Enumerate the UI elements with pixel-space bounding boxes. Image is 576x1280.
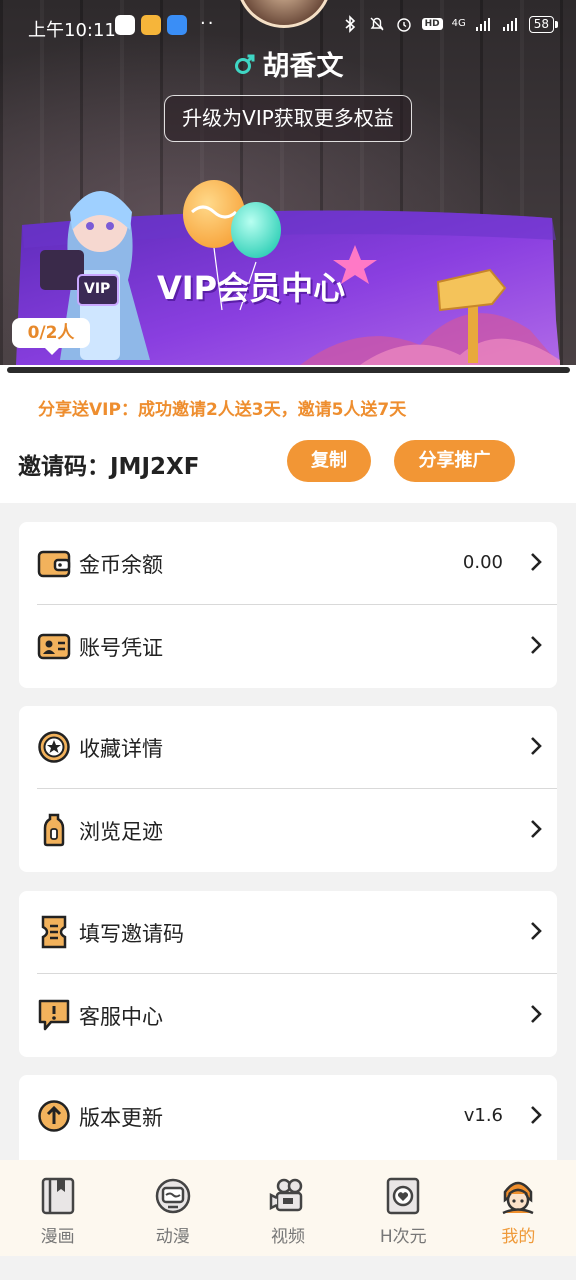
tv-icon — [155, 1178, 191, 1214]
history-label: 浏览足迹 — [79, 820, 163, 844]
service-card: 填写邀请码 客服中心 — [19, 891, 557, 1057]
coin-balance-value: 0.00 — [462, 552, 503, 573]
invite-code-row: 邀请码：JMJ2XF — [18, 447, 199, 481]
upload-arrow-icon — [38, 1100, 70, 1132]
account-credential-label: 账号凭证 — [79, 636, 163, 660]
camera-icon — [269, 1178, 303, 1212]
vip-badge-text: VIP — [84, 281, 111, 297]
signal-icon — [475, 18, 490, 31]
chevron-right-icon — [531, 737, 542, 755]
id-card-icon — [37, 633, 71, 660]
chevron-right-icon — [531, 922, 542, 940]
chevron-right-icon — [531, 1106, 542, 1124]
ticket-icon — [41, 915, 67, 949]
coin-balance-label: 金币余额 — [79, 553, 163, 577]
chevron-right-icon — [531, 1005, 542, 1023]
history-row[interactable]: 浏览足迹 — [19, 789, 557, 872]
battery-indicator: 58 — [528, 15, 559, 33]
nav-label: 动漫 — [155, 1227, 190, 1247]
mute-bell-icon — [370, 17, 384, 31]
nav-comics[interactable]: 漫画 — [0, 1160, 115, 1256]
star-badge-icon — [38, 731, 70, 763]
nav-h-dimension[interactable]: H次元 — [346, 1160, 461, 1256]
version-update-row[interactable]: 版本更新 v1.6 — [19, 1075, 557, 1158]
footprint-icon — [43, 813, 65, 847]
nav-label: 视频 — [271, 1227, 305, 1247]
nav-mine[interactable]: 我的 — [461, 1160, 576, 1256]
support-center-label: 客服中心 — [79, 1005, 163, 1029]
status-time: 上午10:11 — [28, 20, 116, 41]
qq-icon — [115, 15, 135, 35]
user-name: 胡香文 — [262, 51, 344, 82]
favorites-row[interactable]: 收藏详情 — [19, 706, 557, 789]
status-app-icons — [115, 15, 187, 35]
invite-promo-text: 分享送VIP：成功邀请2人送3天，邀请5人送7天 — [38, 400, 407, 420]
invite-progress-bar — [7, 367, 570, 373]
nav-video[interactable]: 视频 — [230, 1160, 345, 1256]
account-card: 金币余额 0.00 账号凭证 — [19, 522, 557, 688]
enter-invite-code-label: 填写邀请码 — [79, 922, 184, 946]
invite-code-label: 邀请码： — [18, 454, 110, 480]
network-type: 4G — [451, 18, 466, 29]
enter-invite-code-row[interactable]: 填写邀请码 — [19, 891, 557, 974]
vip-banner-title: VIP会员中心 — [157, 269, 346, 307]
wallet-icon — [37, 550, 71, 578]
male-gender-icon — [234, 54, 254, 74]
nav-anime[interactable]: 动漫 — [115, 1160, 230, 1256]
more-notifications-icon: ·· — [200, 13, 216, 34]
notes-app-icon — [141, 15, 161, 35]
content-card: 收藏详情 浏览足迹 — [19, 706, 557, 872]
chevron-right-icon — [531, 636, 542, 654]
version-value: v1.6 — [463, 1105, 503, 1126]
invite-section: 分享送VIP：成功邀请2人送3天，邀请5人送7天 邀请码：JMJ2XF 复制 分… — [0, 365, 576, 503]
nav-label: H次元 — [379, 1227, 427, 1247]
signal-2-icon — [502, 18, 517, 31]
chevron-right-icon — [531, 820, 542, 838]
version-update-label: 版本更新 — [79, 1106, 163, 1130]
profile-header: 上午10:11 ·· HD 4G 58 胡香文 升级为VIP获取更多权益 VIP… — [0, 0, 576, 365]
update-card: 版本更新 v1.6 — [19, 1075, 557, 1170]
invite-code: JMJ2XF — [110, 454, 200, 480]
status-indicators: HD 4G 58 — [341, 15, 559, 33]
chevron-right-icon — [531, 553, 542, 571]
share-promo-button[interactable]: 分享推广 — [394, 440, 515, 482]
app-notification-icon — [167, 15, 187, 35]
account-credential-row[interactable]: 账号凭证 — [19, 605, 557, 688]
bluetooth-icon — [345, 15, 355, 33]
profile-icon — [502, 1181, 534, 1215]
nav-label: 漫画 — [40, 1227, 75, 1247]
support-center-row[interactable]: 客服中心 — [19, 974, 557, 1057]
invite-progress-bubble: 0/2人 — [12, 318, 90, 355]
user-name-row: 胡香文 — [0, 44, 576, 83]
coin-balance-row[interactable]: 金币余额 0.00 — [19, 522, 557, 605]
hd-badge: HD — [421, 18, 443, 30]
favorites-label: 收藏详情 — [79, 737, 163, 761]
heart-frame-icon — [386, 1177, 420, 1215]
bottom-nav: 漫画 动漫 视频 H次元 我的 — [0, 1160, 576, 1256]
nav-label: 我的 — [501, 1227, 536, 1247]
vip-upgrade-button[interactable]: 升级为VIP获取更多权益 — [164, 95, 412, 142]
copy-button[interactable]: 复制 — [287, 440, 371, 482]
book-icon — [41, 1177, 74, 1215]
message-alert-icon — [38, 999, 70, 1031]
alarm-icon — [396, 18, 411, 32]
